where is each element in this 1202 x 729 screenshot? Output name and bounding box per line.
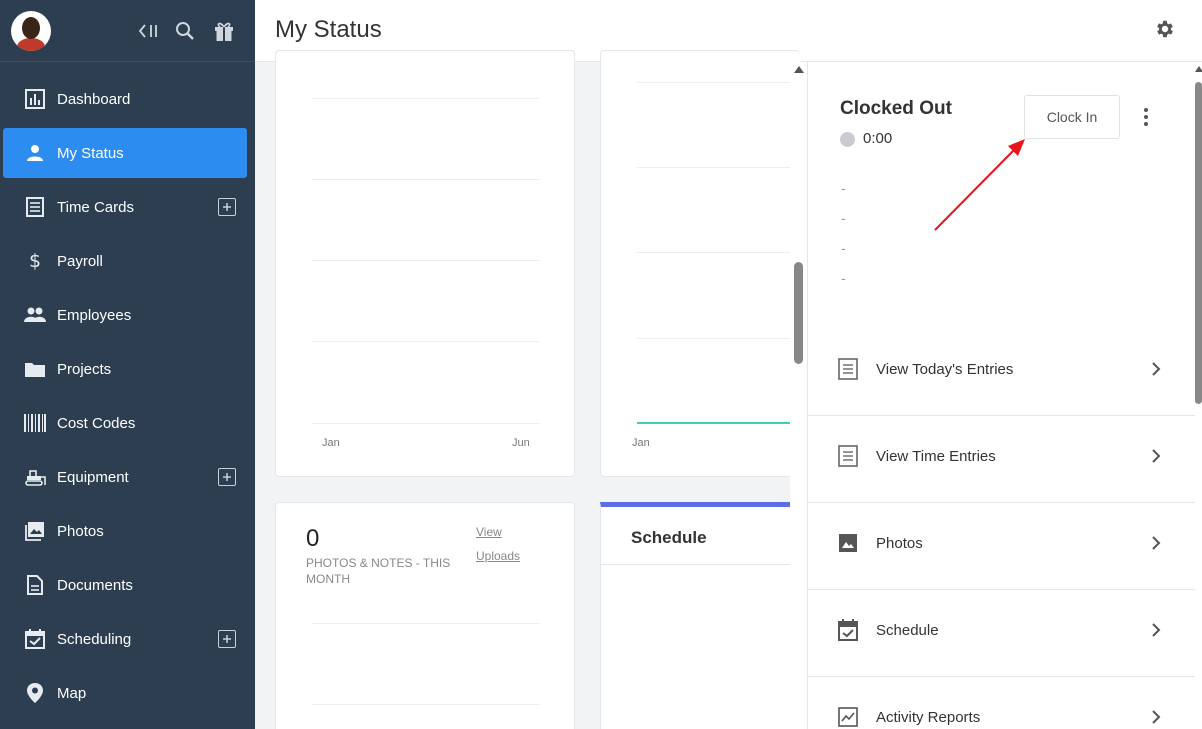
add-schedule-button[interactable] [218, 630, 236, 648]
row-label: View Time Entries [876, 448, 996, 465]
page-title: My Status [275, 16, 382, 43]
schedule-title: Schedule [631, 528, 707, 547]
folder-icon [24, 358, 46, 380]
map-pin-icon [24, 682, 46, 704]
x-tick-label: Jun [512, 437, 530, 449]
sidebar-item-my-status[interactable]: My Status [3, 128, 247, 178]
avatar[interactable] [11, 11, 51, 51]
schedule-row[interactable]: Schedule [808, 590, 1196, 677]
row-label: Activity Reports [876, 709, 981, 726]
more-options-icon[interactable] [1138, 106, 1154, 128]
sidebar-item-dashboard[interactable]: Dashboard [0, 72, 255, 126]
sidebar: Dashboard My Status Time Cards $ Payroll… [0, 0, 255, 729]
barcode-icon [24, 412, 46, 434]
uploads-link[interactable]: Uploads [476, 549, 520, 563]
chevron-right-icon [1152, 449, 1161, 463]
sidebar-item-label: Photos [57, 522, 104, 540]
clock-status: Clocked Out [840, 98, 952, 119]
chart-card-left: Jan Jun [275, 50, 575, 477]
panel-scrollbar[interactable] [1195, 62, 1202, 729]
panel-scroll-thumb[interactable] [1195, 82, 1202, 404]
detail-value: - [841, 210, 846, 226]
photos-notes-card: 0 PHOTOS & NOTES - THIS MONTH View Uploa… [275, 502, 575, 729]
trend-chart-icon [838, 707, 858, 727]
row-label: Schedule [876, 622, 939, 639]
sidebar-nav: Dashboard My Status Time Cards $ Payroll… [0, 72, 255, 720]
calendar-check-icon [838, 619, 858, 641]
chart-card-right: Jan [600, 50, 800, 477]
person-icon [24, 142, 46, 164]
sidebar-item-employees[interactable]: Employees [0, 288, 255, 342]
sidebar-item-payroll[interactable]: $ Payroll [0, 234, 255, 288]
sidebar-item-label: Equipment [57, 468, 129, 486]
document-icon [24, 196, 46, 218]
sidebar-item-equipment[interactable]: Equipment [0, 450, 255, 504]
photos-count: 0 [306, 525, 320, 552]
sidebar-item-scheduling[interactable]: Scheduling [0, 612, 255, 666]
bar-chart-icon [24, 88, 46, 110]
content-scrollbar[interactable] [790, 62, 807, 729]
detail-value: - [841, 270, 846, 286]
sidebar-item-label: Map [57, 684, 87, 702]
group-icon [24, 304, 46, 326]
row-label: Photos [876, 535, 923, 552]
scroll-up-arrow-icon[interactable] [1195, 66, 1202, 72]
search-icon[interactable] [172, 18, 198, 44]
sidebar-header [0, 0, 255, 62]
sidebar-item-time-cards[interactable]: Time Cards [0, 180, 255, 234]
clock-in-button[interactable]: Clock In [1024, 95, 1120, 139]
x-tick-label: Jan [322, 437, 340, 449]
detail-value: - [841, 180, 846, 196]
view-time-entries-row[interactable]: View Time Entries [808, 416, 1196, 503]
sidebar-item-label: Time Cards [57, 198, 134, 216]
view-link[interactable]: View [476, 525, 502, 539]
clock-time: 0:00 [863, 130, 893, 147]
status-panel: Clocked Out 0:00 Clock In - - - - View T… [807, 62, 1196, 729]
sidebar-item-photos[interactable]: Photos [0, 504, 255, 558]
photo-icon [839, 534, 857, 552]
view-todays-entries-row[interactable]: View Today's Entries [808, 329, 1196, 416]
scroll-up-arrow-icon[interactable] [794, 66, 804, 73]
dollar-icon: $ [24, 250, 46, 272]
sidebar-item-label: Payroll [57, 252, 103, 270]
chevron-right-icon [1152, 362, 1161, 376]
file-icon [24, 574, 46, 596]
sidebar-item-label: Scheduling [57, 630, 132, 648]
add-equipment-button[interactable] [218, 468, 236, 486]
list-icon [838, 358, 858, 380]
chevron-right-icon [1152, 536, 1161, 550]
chevron-right-icon [1152, 710, 1161, 724]
x-tick-label: Jan [632, 437, 650, 449]
status-indicator-icon [840, 132, 855, 147]
list-icon [838, 445, 858, 467]
sidebar-item-label: Employees [57, 306, 132, 324]
sidebar-item-documents[interactable]: Documents [0, 558, 255, 612]
schedule-card: Schedule [600, 502, 800, 729]
sidebar-item-label: Dashboard [57, 90, 131, 108]
photos-notes-label: PHOTOS & NOTES - THIS MONTH [306, 556, 451, 586]
gear-icon[interactable] [1154, 18, 1176, 40]
detail-value: - [841, 240, 846, 256]
svg-text:$: $ [29, 250, 41, 272]
scroll-thumb[interactable] [794, 262, 803, 364]
chevron-right-icon [1152, 623, 1161, 637]
series-line [637, 422, 800, 424]
row-label: View Today's Entries [876, 361, 1014, 378]
collapse-sidebar-icon[interactable] [136, 18, 162, 44]
sidebar-item-label: My Status [57, 144, 124, 162]
sidebar-item-label: Projects [57, 360, 112, 378]
sidebar-item-map[interactable]: Map [0, 666, 255, 720]
sidebar-item-projects[interactable]: Projects [0, 342, 255, 396]
photos-row[interactable]: Photos [808, 503, 1196, 590]
bulldozer-icon [24, 466, 46, 488]
gift-icon[interactable] [211, 18, 237, 44]
photo-icon [24, 520, 46, 542]
sidebar-item-label: Cost Codes [57, 414, 136, 432]
add-time-card-button[interactable] [218, 198, 236, 216]
sidebar-item-cost-codes[interactable]: Cost Codes [0, 396, 255, 450]
sidebar-item-label: Documents [57, 576, 133, 594]
calendar-check-icon [24, 628, 46, 650]
activity-reports-row[interactable]: Activity Reports [808, 677, 1196, 729]
